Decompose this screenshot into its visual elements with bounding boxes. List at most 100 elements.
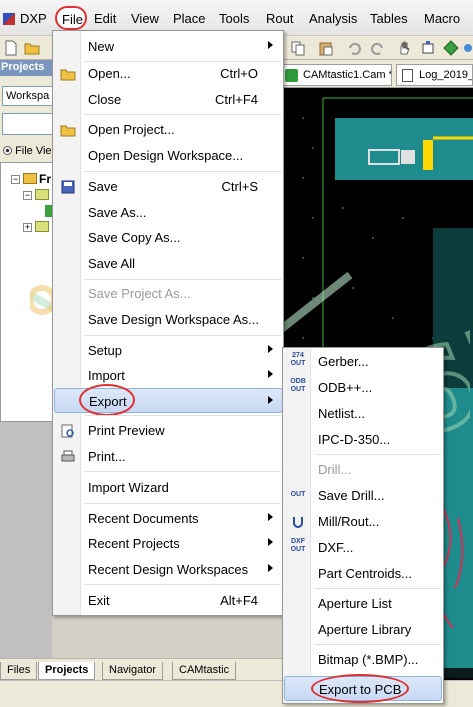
open-folder-icon[interactable] xyxy=(24,40,40,56)
tab-camtastic[interactable]: CAMtastic1.Cam * xyxy=(280,64,392,86)
export-item-mill-rout[interactable]: Mill/Rout... xyxy=(284,509,442,534)
mill-icon xyxy=(293,517,303,528)
menu-view[interactable]: View xyxy=(131,11,159,26)
menu-file[interactable]: File xyxy=(55,6,87,30)
menu-item-recent-design-workspaces[interactable]: Recent Design Workspaces xyxy=(54,557,282,582)
tab-files[interactable]: Files xyxy=(0,662,38,680)
export-item-save-drill[interactable]: OUT Save Drill... xyxy=(284,483,442,508)
menu-item-label: Close xyxy=(88,92,122,107)
menu-item-recent-documents[interactable]: Recent Documents xyxy=(54,506,282,531)
menu-item-save-all[interactable]: Save All xyxy=(54,251,282,276)
paste-icon[interactable] xyxy=(318,40,334,56)
redo-icon[interactable] xyxy=(370,40,386,56)
component-icon[interactable] xyxy=(420,40,436,56)
submenu-arrow-icon xyxy=(268,538,273,546)
export-item-bitmap[interactable]: Bitmap (*.BMP)... xyxy=(284,647,442,672)
menu-item-label: Save Project As... xyxy=(88,286,191,301)
menu-item-open-design-workspace[interactable]: Open Design Workspace... xyxy=(54,143,282,168)
menu-macro[interactable]: Macro xyxy=(424,11,460,26)
tab-camtastic-panel[interactable]: CAMtastic xyxy=(172,662,237,680)
cam-file-icon xyxy=(285,69,298,82)
menu-place[interactable]: Place xyxy=(173,11,206,26)
menu-item-label: Aperture List xyxy=(318,596,392,611)
undo-icon[interactable] xyxy=(346,40,362,56)
menu-dxp[interactable]: DXP xyxy=(20,11,47,26)
submenu-arrow-icon xyxy=(268,41,273,49)
tab-navigator[interactable]: Navigator xyxy=(102,662,164,680)
tree-collapse-icon[interactable]: − xyxy=(23,191,32,200)
pan-hand-icon[interactable] xyxy=(396,40,412,56)
menu-item-label: Print... xyxy=(88,449,126,464)
menu-item-new[interactable]: New xyxy=(54,34,282,59)
menu-item-label: Save As... xyxy=(88,205,147,220)
project-tree: − Fr − + xyxy=(0,162,55,422)
menu-tools[interactable]: Tools xyxy=(219,11,249,26)
menu-item-exit[interactable]: Exit Alt+F4 xyxy=(54,588,282,613)
green-diamond-icon[interactable] xyxy=(443,40,459,56)
print-preview-icon xyxy=(61,424,74,438)
menu-item-label: IPC-D-350... xyxy=(318,432,391,447)
menu-separator xyxy=(85,279,281,280)
export-item-aperture-library[interactable]: Aperture Library xyxy=(284,617,442,642)
menu-item-label: ODB++... xyxy=(318,380,373,395)
menu-item-save-design-workspace-as[interactable]: Save Design Workspace As... xyxy=(54,307,282,332)
tab-projects[interactable]: Projects xyxy=(38,662,96,680)
menu-item-print[interactable]: Print... xyxy=(54,444,282,469)
menu-item-import-wizard[interactable]: Import Wizard xyxy=(54,475,282,500)
menu-item-save[interactable]: Save Ctrl+S xyxy=(54,174,282,199)
printer-icon xyxy=(61,450,75,462)
menu-item-open-project[interactable]: Open Project... xyxy=(54,117,282,142)
submenu-arrow-icon xyxy=(268,564,273,572)
export-item-ipc[interactable]: IPC-D-350... xyxy=(284,427,442,452)
export-item-gerber[interactable]: 274 OUT Gerber... xyxy=(284,349,442,374)
project-combo[interactable] xyxy=(2,113,55,135)
radio-dot-icon xyxy=(3,146,12,155)
menu-item-label: Print Preview xyxy=(88,423,165,438)
tree-collapse-icon[interactable]: − xyxy=(11,175,20,184)
menu-item-label: Part Centroids... xyxy=(318,566,412,581)
export-item-netlist[interactable]: Netlist... xyxy=(284,401,442,426)
menu-item-import[interactable]: Import xyxy=(54,363,282,388)
menu-rout[interactable]: Rout xyxy=(266,11,293,26)
tree-root-label[interactable]: Fr xyxy=(39,172,51,186)
menu-shortcut: Alt+F4 xyxy=(220,593,258,608)
menu-tables[interactable]: Tables xyxy=(370,11,408,26)
folder-icon xyxy=(35,189,49,200)
menu-item-print-preview[interactable]: Print Preview xyxy=(54,418,282,443)
menu-item-close[interactable]: Close Ctrl+F4 xyxy=(54,87,282,112)
export-item-odb[interactable]: ODB OUT ODB++... xyxy=(284,375,442,400)
menu-analysis[interactable]: Analysis xyxy=(309,11,357,26)
tree-expand-icon[interactable]: + xyxy=(23,223,32,232)
menu-item-setup[interactable]: Setup xyxy=(54,338,282,363)
new-document-icon[interactable] xyxy=(3,40,19,56)
submenu-arrow-icon xyxy=(268,513,273,521)
menu-shortcut: Ctrl+S xyxy=(221,179,258,194)
menu-item-save-project-as[interactable]: Save Project As... xyxy=(54,281,282,306)
export-item-part-centroids[interactable]: Part Centroids... xyxy=(284,561,442,586)
log-file-icon xyxy=(402,69,413,82)
menu-item-label: Save xyxy=(88,179,118,194)
menu-item-save-as[interactable]: Save As... xyxy=(54,200,282,225)
odb-out-icon: ODB OUT xyxy=(290,378,306,393)
file-view-label: File Vie xyxy=(15,145,52,157)
tab-log[interactable]: Log_2019_ xyxy=(396,64,473,86)
workspace-combo[interactable]: Workspa xyxy=(2,86,55,106)
file-view-radio[interactable]: File Vie xyxy=(3,145,55,159)
toolbar-more-icon[interactable] xyxy=(462,40,473,56)
open-project-icon xyxy=(60,125,76,137)
menu-item-recent-projects[interactable]: Recent Projects xyxy=(54,531,282,556)
menu-item-label: Recent Design Workspaces xyxy=(88,562,249,577)
menu-item-label: Exit xyxy=(88,593,110,608)
export-item-dxf[interactable]: DXF OUT DXF... xyxy=(284,535,442,560)
export-submenu: 274 OUT Gerber... ODB OUT ODB++... Netlist… xyxy=(282,347,444,704)
menu-item-open[interactable]: Open... Ctrl+O xyxy=(54,61,282,86)
export-item-drill[interactable]: Drill... xyxy=(284,457,442,482)
export-item-aperture-list[interactable]: Aperture List xyxy=(284,591,442,616)
export-to-pcb-highlight-circle xyxy=(311,674,409,703)
menu-edit[interactable]: Edit xyxy=(94,11,116,26)
menu-item-label: Import Wizard xyxy=(88,480,169,495)
copy-icon[interactable] xyxy=(290,40,306,56)
document-tabs: CAMtastic1.Cam * Log_2019_ xyxy=(276,60,473,88)
menu-item-label: Recent Projects xyxy=(88,536,180,551)
menu-item-save-copy-as[interactable]: Save Copy As... xyxy=(54,225,282,250)
